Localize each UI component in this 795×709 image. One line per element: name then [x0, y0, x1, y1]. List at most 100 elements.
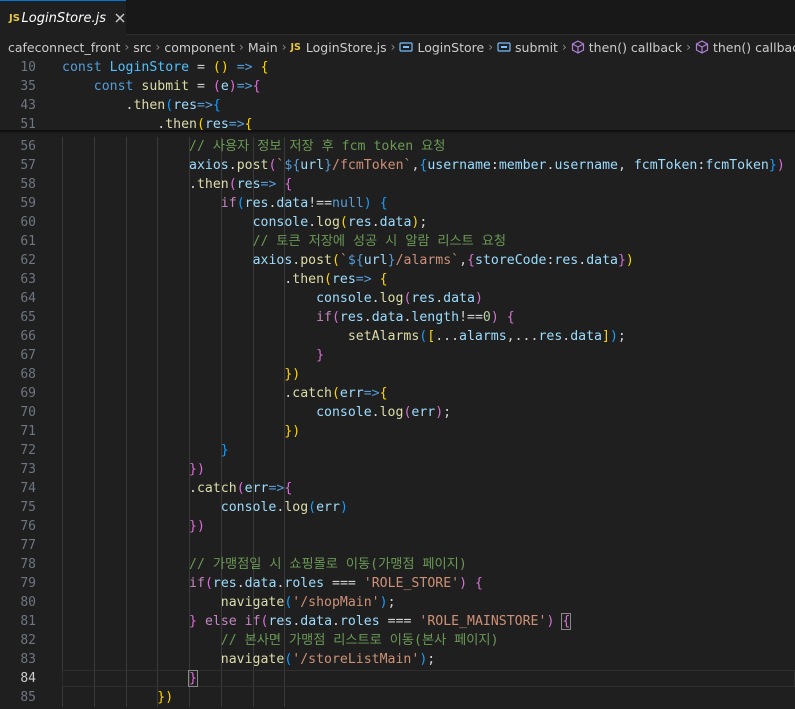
- line-number: 35: [20, 79, 36, 94]
- code-token: .: [371, 291, 380, 306]
- code-token: if: [220, 196, 237, 211]
- code-token: {: [379, 196, 388, 211]
- code-line[interactable]: 43 .then(res=>{: [0, 96, 795, 115]
- code-token: ${: [347, 253, 364, 268]
- code-token: // 사용자 정보 저장 후 fcm token 요청: [189, 139, 446, 154]
- code-editor[interactable]: 10 const LoginStore = () => {35 const sub…: [0, 58, 795, 709]
- code-token: axios: [252, 253, 293, 268]
- line-number: 58: [20, 177, 36, 192]
- code-line[interactable]: 68 }): [0, 365, 795, 384]
- code-line[interactable]: 82 // 본사면 가맹점 리스트로 이동(본사 페이지): [0, 631, 795, 650]
- chevron-right-icon: ›: [124, 40, 130, 54]
- code-text: const LoginStore = () => {: [62, 58, 269, 77]
- breadcrumb-label: cafeconnect_front: [8, 39, 121, 55]
- code-line[interactable]: 74 .catch(err=>{: [0, 479, 795, 498]
- breadcrumb-item-submit[interactable]: submit: [497, 40, 558, 55]
- code-token: e: [220, 79, 229, 94]
- code-line[interactable]: 62 axios.post(`${url}/alarms`,{storeCode…: [0, 251, 795, 270]
- code-token: data: [371, 310, 404, 325]
- code-token: .: [236, 576, 245, 591]
- breadcrumb-item-main[interactable]: Main: [248, 40, 278, 55]
- code-token: {: [506, 310, 515, 325]
- code-token: ): [459, 576, 468, 591]
- breadcrumb-item-then-callback-2[interactable]: then() callback: [695, 40, 795, 55]
- code-line[interactable]: 69 .catch(err=>{: [0, 384, 795, 403]
- code-line[interactable]: 58 .then(res=> {: [0, 175, 795, 194]
- code-line[interactable]: 83 navigate('/storeListMain');: [0, 650, 795, 669]
- chevron-right-icon: ›: [686, 40, 691, 54]
- code-text: // 토큰 저장에 성공 시 알람 리스트 요청: [62, 232, 506, 251]
- code-token: then: [292, 272, 325, 287]
- line-number: 83: [20, 652, 36, 667]
- line-number: 84: [20, 671, 36, 686]
- code-text: console.log(err): [62, 498, 348, 517]
- code-line[interactable]: 10 const LoginStore = () => {: [0, 58, 795, 77]
- code-line[interactable]: 85 }): [0, 688, 795, 707]
- code-token: .: [62, 481, 197, 496]
- code-line[interactable]: 56 // 사용자 정보 저장 후 fcm token 요청: [0, 137, 795, 156]
- code-token: catch: [196, 481, 237, 496]
- code-text: const submit = (e)=>{: [62, 77, 261, 96]
- code-line[interactable]: 71 }): [0, 422, 795, 441]
- breadcrumb-item-file[interactable]: JS LoginStore.js: [291, 40, 387, 55]
- line-number: 77: [20, 538, 36, 553]
- code-text: setAlarms([...alarms,...res.data]);: [62, 327, 626, 346]
- code-line[interactable]: 75 console.log(err): [0, 498, 795, 517]
- code-token: setAlarms: [347, 329, 420, 344]
- code-token: ): [435, 405, 444, 420]
- code-line[interactable]: 70 console.log(err);: [0, 403, 795, 422]
- breadcrumb-item-then-callback-1[interactable]: then() callback: [571, 40, 682, 55]
- code-token: (: [339, 215, 348, 230]
- code-token: roles: [339, 614, 380, 629]
- code-line[interactable]: 59 if(res.data!==null) {: [0, 194, 795, 213]
- code-token: ): [363, 196, 372, 211]
- code-line[interactable]: 60 console.log(res.data);: [0, 213, 795, 232]
- code-line[interactable]: 78 // 가맹점일 시 쇼핑몰로 이동(가맹점 페이지): [0, 555, 795, 574]
- code-token: ): [379, 595, 388, 610]
- code-token: log: [379, 405, 404, 420]
- line-number: 62: [20, 253, 36, 268]
- method-cube-icon: [571, 40, 585, 54]
- code-line[interactable]: 72 }: [0, 441, 795, 460]
- code-token: =>: [363, 386, 380, 401]
- code-line[interactable]: 79 if(res.data.roles === 'ROLE_STORE') {: [0, 574, 795, 593]
- tab-title: LoginStore.js: [21, 10, 106, 26]
- code-line[interactable]: 67 }: [0, 346, 795, 365]
- code-text: axios.post(`${url}/fcmToken`,{username:m…: [62, 156, 785, 175]
- code-token: =>: [260, 177, 277, 192]
- code-token: null: [332, 196, 364, 211]
- code-token: !==: [308, 196, 333, 211]
- code-line[interactable]: 65 if(res.data.length!==0) {: [0, 308, 795, 327]
- code-token: .: [363, 310, 372, 325]
- code-line[interactable]: 61 // 토큰 저장에 성공 시 알람 리스트 요청: [0, 232, 795, 251]
- breadcrumb: cafeconnect_front › src › component › Ma…: [0, 36, 795, 58]
- breadcrumb-label: component: [164, 39, 236, 55]
- code-token: res: [212, 576, 237, 591]
- line-number: 67: [20, 348, 36, 363]
- code-token: storeCode: [475, 253, 547, 268]
- code-line[interactable]: 76 }): [0, 517, 795, 536]
- breadcrumb-item-project[interactable]: cafeconnect_front: [8, 40, 120, 55]
- tab-loginstore[interactable]: JS LoginStore.js: [0, 0, 126, 35]
- code-line[interactable]: 73 }): [0, 460, 795, 479]
- breadcrumb-item-loginstore[interactable]: LoginStore: [399, 40, 484, 55]
- code-line[interactable]: 81 } else if(res.data.roles === 'ROLE_MA…: [0, 612, 795, 631]
- code-line[interactable]: 63 .then(res=> {: [0, 270, 795, 289]
- code-text: }: [62, 441, 229, 460]
- code-token: }: [768, 158, 777, 173]
- code-token: data: [570, 329, 602, 344]
- code-token: .: [578, 253, 587, 268]
- code-line[interactable]: 57 axios.post(`${url}/fcmToken`,{usernam…: [0, 156, 795, 175]
- close-icon[interactable]: [114, 11, 126, 25]
- breadcrumb-item-component[interactable]: component: [164, 40, 235, 55]
- code-line[interactable]: 77: [0, 536, 795, 555]
- code-line[interactable]: 35 const submit = (e)=>{: [0, 77, 795, 96]
- code-line[interactable]: 66 setAlarms([...alarms,...res.data]);: [0, 327, 795, 346]
- code-line[interactable]: 64 console.log(res.data): [0, 289, 795, 308]
- code-line[interactable]: 80 navigate('/shopMain');: [0, 593, 795, 612]
- code-line[interactable]: 84 }: [0, 669, 795, 688]
- breadcrumb-item-src[interactable]: src: [133, 40, 151, 55]
